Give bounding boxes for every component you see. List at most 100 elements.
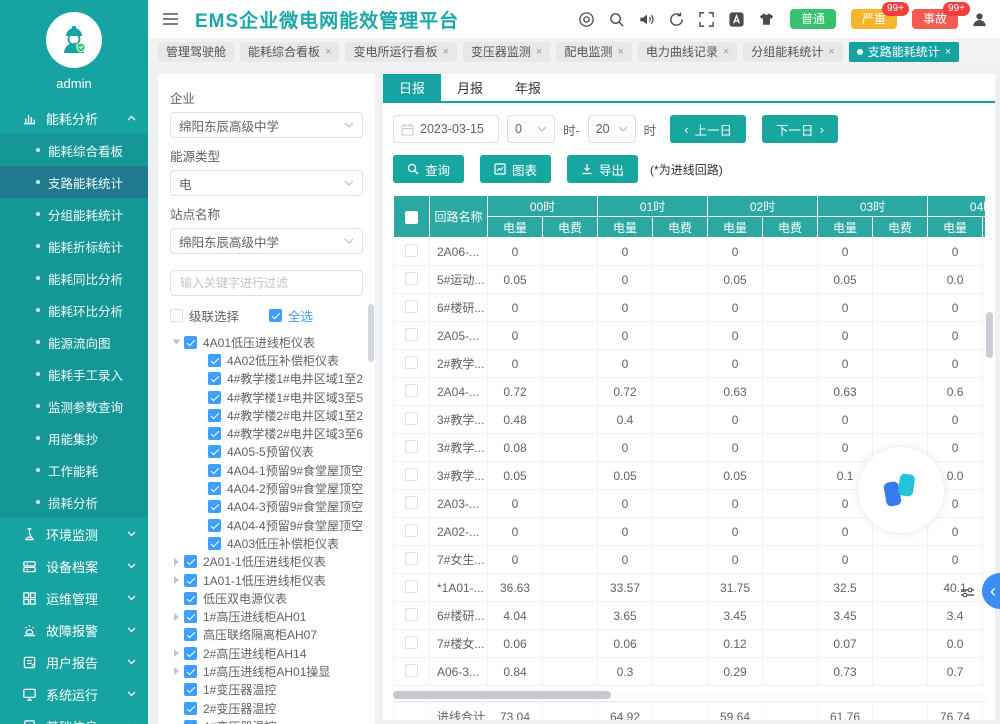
tree-checkbox[interactable] bbox=[184, 610, 197, 623]
tree-node[interactable]: 4A04-2预留9#食堂屋顶空调机组仪表 bbox=[170, 479, 363, 497]
table-horizontal-scrollbar[interactable] bbox=[393, 691, 611, 699]
sidebar-subitem[interactable]: 工作能耗 bbox=[0, 454, 148, 486]
tree-checkbox[interactable] bbox=[184, 574, 197, 587]
tree-node[interactable]: 1#高压进线柜AH01操显 bbox=[170, 662, 363, 680]
report-tab[interactable]: 年报 bbox=[499, 74, 557, 101]
row-checkbox[interactable] bbox=[405, 328, 418, 341]
tree-scrollbar[interactable] bbox=[368, 304, 374, 362]
row-checkbox[interactable] bbox=[405, 440, 418, 453]
chart-button[interactable]: 图表 bbox=[480, 155, 551, 183]
row-checkbox[interactable] bbox=[405, 580, 418, 593]
sidebar-item[interactable]: 系统运行 bbox=[0, 678, 148, 710]
tree-node[interactable]: 4A02低压补偿柜仪表 bbox=[170, 351, 363, 369]
tree-node[interactable]: 4A04-3预留9#食堂屋顶空调机组仪表 bbox=[170, 498, 363, 516]
theme-shirt-icon[interactable] bbox=[758, 11, 775, 28]
sidebar-subitem[interactable]: 损耗分析 bbox=[0, 486, 148, 518]
row-checkbox[interactable] bbox=[405, 636, 418, 649]
tree-checkbox[interactable] bbox=[208, 354, 221, 367]
tree-checkbox[interactable] bbox=[184, 720, 197, 724]
sidebar-subitem[interactable]: 监测参数查询 bbox=[0, 390, 148, 422]
close-icon[interactable]: × bbox=[945, 46, 951, 58]
tree-checkbox[interactable] bbox=[208, 464, 221, 477]
refresh-icon[interactable] bbox=[668, 11, 685, 28]
date-picker[interactable]: 2023-03-15 bbox=[393, 115, 499, 143]
row-checkbox[interactable] bbox=[405, 608, 418, 621]
tab-item[interactable]: 变压器监测× bbox=[463, 42, 550, 62]
row-checkbox[interactable] bbox=[405, 244, 418, 257]
prev-day-button[interactable]: ‹ 上一日 bbox=[670, 115, 746, 143]
tree-node[interactable]: 4A04-4预留9#食堂屋顶空调机组仪表 bbox=[170, 516, 363, 534]
fullscreen-icon[interactable] bbox=[698, 11, 715, 28]
row-checkbox[interactable] bbox=[405, 468, 418, 481]
station-select[interactable]: 绵阳东辰高级中学 bbox=[170, 228, 363, 254]
tree-node[interactable]: 4#教学楼1#电井区域3至5层动力仪表 bbox=[170, 388, 363, 406]
close-icon[interactable]: × bbox=[442, 46, 448, 58]
tree-checkbox[interactable] bbox=[208, 482, 221, 495]
report-tab[interactable]: 月报 bbox=[441, 74, 499, 101]
tree-checkbox[interactable] bbox=[208, 519, 221, 532]
sidebar-subitem[interactable]: 能耗手工录入 bbox=[0, 358, 148, 390]
cascade-checkbox[interactable] bbox=[170, 309, 183, 322]
tab-item[interactable]: 分组能耗统计× bbox=[743, 42, 842, 62]
select-all-checkbox-header[interactable] bbox=[405, 211, 418, 224]
sidebar-subitem[interactable]: 能耗同比分析 bbox=[0, 262, 148, 294]
tree-node[interactable]: 2#变压器温控 bbox=[170, 699, 363, 717]
tree-node[interactable]: 4A05-5预留仪表 bbox=[170, 443, 363, 461]
close-icon[interactable]: × bbox=[325, 46, 331, 58]
close-icon[interactable]: × bbox=[617, 46, 623, 58]
tree-checkbox[interactable] bbox=[184, 665, 197, 678]
tab-item[interactable]: 电力曲线记录× bbox=[638, 42, 737, 62]
query-button[interactable]: 查询 bbox=[393, 155, 464, 183]
report-tab[interactable]: 日报 bbox=[383, 74, 441, 101]
tree-node[interactable]: 低压双电源仪表 bbox=[170, 589, 363, 607]
tree-checkbox[interactable] bbox=[184, 647, 197, 660]
hamburger-icon[interactable] bbox=[162, 12, 179, 26]
avatar[interactable] bbox=[46, 12, 102, 68]
tree-checkbox[interactable] bbox=[208, 391, 221, 404]
row-checkbox[interactable] bbox=[405, 300, 418, 313]
tab-item[interactable]: 能耗综合看板× bbox=[240, 42, 339, 62]
row-checkbox[interactable] bbox=[405, 384, 418, 397]
sidebar-subitem[interactable]: 能耗折标统计 bbox=[0, 230, 148, 262]
tab-item[interactable]: 管理驾驶舱 bbox=[158, 42, 234, 62]
tab-item[interactable]: 支路能耗统计× bbox=[849, 42, 959, 62]
volume-icon[interactable] bbox=[638, 11, 655, 28]
expander-icon[interactable] bbox=[170, 556, 182, 568]
company-select[interactable]: 绵阳东辰高级中学 bbox=[170, 112, 363, 138]
expander-icon[interactable] bbox=[170, 336, 182, 348]
tree-node[interactable]: 1A01-1低压进线柜仪表 bbox=[170, 571, 363, 589]
export-button[interactable]: 导出 bbox=[567, 155, 638, 183]
sidebar-item[interactable]: 设备档案 bbox=[0, 550, 148, 582]
tree-node[interactable]: 4A03低压补偿柜仪表 bbox=[170, 534, 363, 552]
tree-checkbox[interactable] bbox=[184, 683, 197, 696]
tree-node[interactable]: 4#教学楼1#电井区域1至2层动力仪表 bbox=[170, 370, 363, 388]
tree-checkbox[interactable] bbox=[208, 445, 221, 458]
close-icon[interactable]: × bbox=[828, 46, 834, 58]
sidebar-item[interactable]: 环境监测 bbox=[0, 518, 148, 550]
sidebar-subitem[interactable]: 能耗综合看板 bbox=[0, 134, 148, 166]
user-icon[interactable] bbox=[971, 11, 988, 28]
tree-checkbox[interactable] bbox=[208, 372, 221, 385]
tree-filter-input[interactable] bbox=[170, 270, 363, 296]
tree-checkbox[interactable] bbox=[184, 592, 197, 605]
close-icon[interactable]: × bbox=[723, 46, 729, 58]
tree-node[interactable]: 1#变压器温控 bbox=[170, 681, 363, 699]
assistant-icon[interactable] bbox=[578, 11, 595, 28]
sidebar-subitem[interactable]: 能耗环比分析 bbox=[0, 294, 148, 326]
row-checkbox[interactable] bbox=[405, 412, 418, 425]
tree-checkbox[interactable] bbox=[208, 409, 221, 422]
tree-node[interactable]: 4A01低压进线柜仪表 bbox=[170, 333, 363, 351]
tab-item[interactable]: 变电所运行看板× bbox=[345, 42, 456, 62]
row-checkbox[interactable] bbox=[405, 552, 418, 565]
tree-checkbox[interactable] bbox=[184, 336, 197, 349]
expander-icon[interactable] bbox=[170, 647, 182, 659]
sidebar-subitem[interactable]: 分组能耗统计 bbox=[0, 198, 148, 230]
expander-icon[interactable] bbox=[170, 665, 182, 677]
tree-checkbox[interactable] bbox=[184, 628, 197, 641]
filter-settings-icon[interactable] bbox=[960, 585, 975, 600]
sidebar-subitem[interactable]: 支路能耗统计 bbox=[0, 166, 148, 198]
row-checkbox[interactable] bbox=[405, 356, 418, 369]
row-checkbox[interactable] bbox=[405, 272, 418, 285]
alarm-badge-normal[interactable]: 普通 bbox=[790, 9, 836, 29]
energy-type-select[interactable]: 电 bbox=[170, 170, 363, 196]
